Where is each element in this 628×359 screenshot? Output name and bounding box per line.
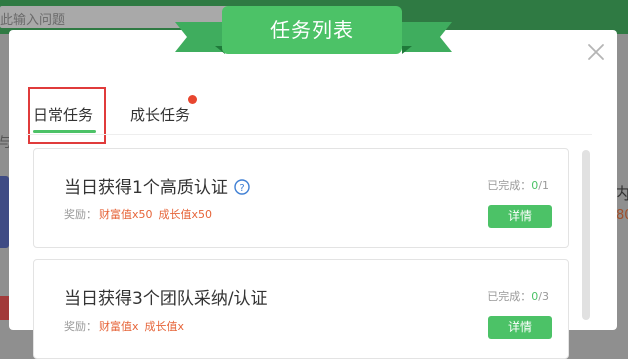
notification-dot (188, 95, 197, 104)
help-icon[interactable]: ? (234, 179, 250, 195)
task-card: 当日获得1个高质认证 ? 奖励： 财富值x50 成长值x50 已完成：0/1 详情 (33, 148, 569, 248)
scrollbar-thumb[interactable] (582, 150, 590, 320)
progress-total: /1 (538, 179, 549, 192)
svg-text:?: ? (239, 183, 244, 194)
reward-wealth: 财富值x (99, 320, 139, 333)
reward-growth: 成长值x50 (158, 208, 213, 221)
reward-growth: 成长值x (144, 320, 185, 333)
reward-row: 奖励： 财富值x50 成长值x50 (64, 206, 212, 222)
background-left-image (0, 176, 9, 248)
reward-wealth: 财富值x50 (99, 208, 153, 221)
progress-label: 已完成： (487, 290, 532, 303)
close-icon[interactable] (586, 42, 606, 62)
task-progress: 已完成：0/1 (487, 177, 549, 193)
modal-title: 任务列表 (222, 6, 402, 54)
task-progress: 已完成：0/3 (487, 288, 549, 304)
task-card: 当日获得3个团队采纳/认证 奖励： 财富值x 成长值x 已完成：0/3 详情 (33, 259, 569, 359)
task-title: 当日获得1个高质认证 (64, 178, 228, 198)
task-title: 当日获得3个团队采纳/认证 (64, 289, 268, 309)
background-left-image-2 (0, 296, 9, 320)
progress-total: /3 (538, 290, 549, 303)
background-right-number: 80 (616, 208, 628, 223)
tab-highlight-box (28, 87, 106, 144)
reward-label: 奖励： (64, 208, 97, 221)
task-title-wrapper: 当日获得3个团队采纳/认证 (64, 284, 268, 309)
background-search-placeholder: 此输入问题 (0, 13, 66, 28)
details-button[interactable]: 详情 (488, 316, 552, 339)
details-button[interactable]: 详情 (488, 205, 552, 228)
reward-label: 奖励： (64, 320, 97, 333)
progress-label: 已完成： (487, 179, 532, 192)
task-title-wrapper: 当日获得1个高质认证 ? (64, 173, 250, 198)
tab-growth-tasks[interactable]: 成长任务 (130, 104, 190, 125)
tab-divider (26, 134, 592, 135)
reward-row: 奖励： 财富值x 成长值x (64, 318, 184, 334)
